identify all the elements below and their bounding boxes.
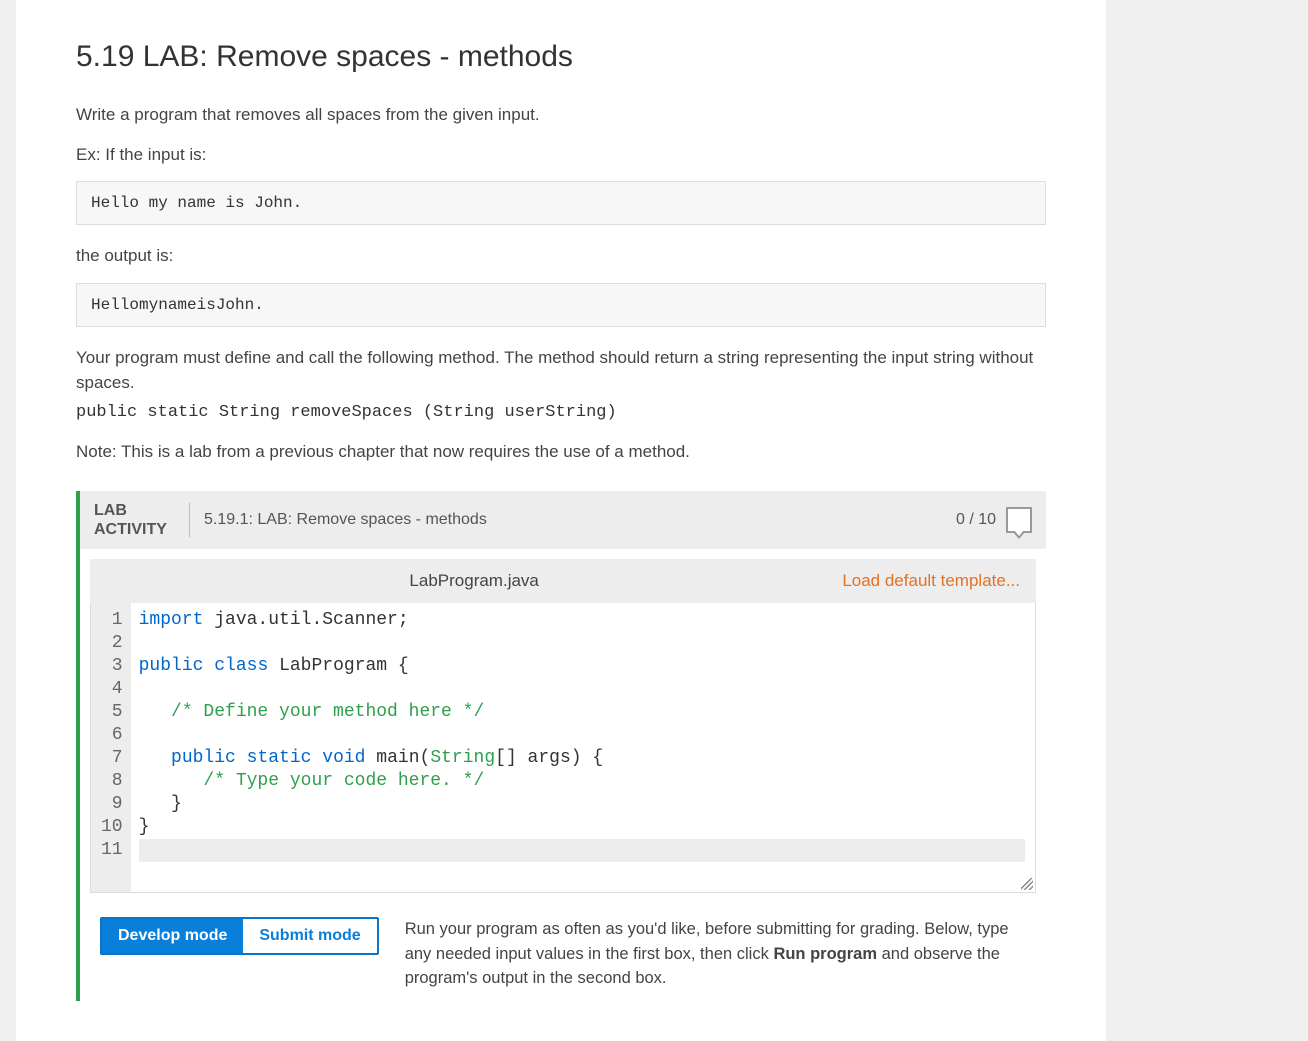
example-input-label: Ex: If the input is:	[76, 142, 1046, 168]
editor-wrap: LabProgram.java Load default template...…	[80, 549, 1046, 1001]
mode-row: Develop mode Submit mode Run your progra…	[90, 893, 1036, 1001]
load-default-template-link[interactable]: Load default template...	[842, 571, 1020, 591]
file-bar: LabProgram.java Load default template...	[90, 559, 1036, 603]
lab-header: LAB ACTIVITY 5.19.1: LAB: Remove spaces …	[80, 491, 1046, 549]
mode-description: Run your program as often as you'd like,…	[405, 917, 1026, 991]
intro-text: Write a program that removes all spaces …	[76, 102, 1046, 128]
lab-activity-tag: LAB ACTIVITY	[94, 501, 189, 539]
file-name: LabProgram.java	[106, 571, 842, 591]
method-signature: public static String removeSpaces (Strin…	[76, 400, 1046, 426]
submit-mode-button[interactable]: Submit mode	[243, 919, 376, 953]
code-area[interactable]: import java.util.Scanner; public class L…	[131, 603, 1035, 892]
develop-mode-button[interactable]: Develop mode	[102, 919, 243, 953]
code-editor[interactable]: 1234567891011 import java.util.Scanner; …	[90, 603, 1036, 893]
lab-activity-title: 5.19.1: LAB: Remove spaces - methods	[204, 511, 956, 529]
example-output-box: HellomynameisJohn.	[76, 283, 1046, 327]
page-title: 5.19 LAB: Remove spaces - methods	[76, 40, 1046, 74]
mode-toggle: Develop mode Submit mode	[100, 917, 379, 955]
method-description: Your program must define and call the fo…	[76, 345, 1046, 396]
badge-icon	[1006, 507, 1032, 533]
lab-score: 0 / 10	[956, 511, 996, 529]
lab-activity-panel: LAB ACTIVITY 5.19.1: LAB: Remove spaces …	[76, 491, 1046, 1002]
resize-handle-icon[interactable]	[1021, 878, 1033, 890]
note-text: Note: This is a lab from a previous chap…	[76, 439, 1046, 465]
divider	[189, 503, 190, 537]
lab-page: 5.19 LAB: Remove spaces - methods Write …	[16, 0, 1106, 1041]
line-number-gutter: 1234567891011	[91, 603, 131, 892]
example-input-box: Hello my name is John.	[76, 181, 1046, 225]
example-output-label: the output is:	[76, 243, 1046, 269]
